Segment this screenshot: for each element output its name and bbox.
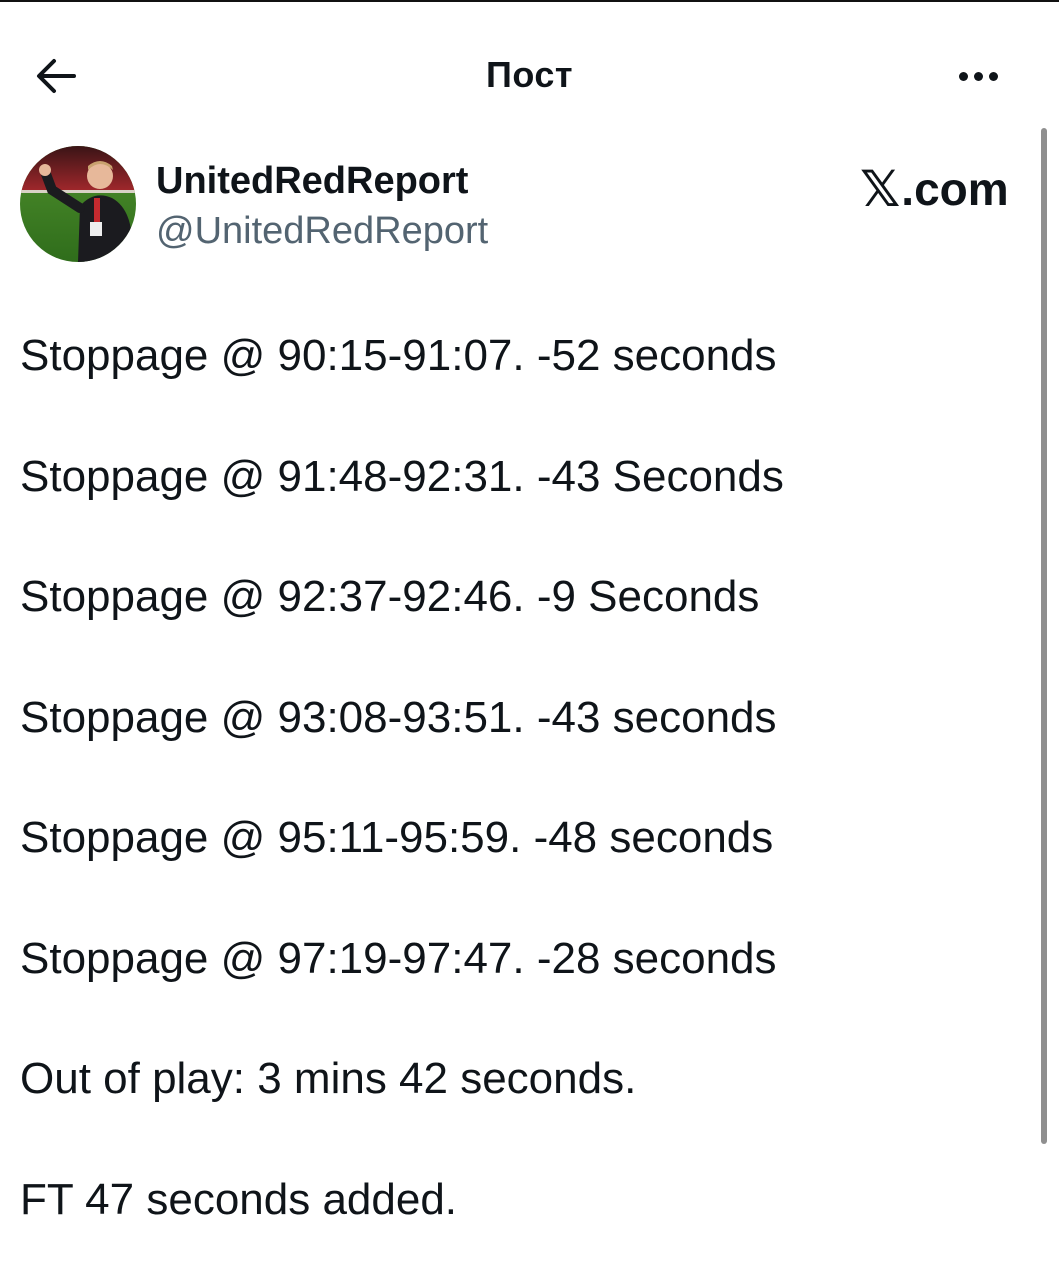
page-title: Пост (485, 54, 574, 95)
scrollbar[interactable] (1041, 128, 1047, 1144)
author-display-name[interactable]: UnitedRedReport (156, 160, 468, 203)
tweet-line: Stoppage @ 95:11-95:59. -48 seconds (20, 813, 774, 862)
post-page: Пост UnitedRedReport @UnitedRedReport 𝕏 … (0, 0, 1059, 1280)
tweet-line: Stoppage @ 92:37-92:46. -9 Seconds (20, 572, 760, 621)
more-options-button[interactable] (940, 52, 1016, 100)
top-border (0, 0, 1059, 2)
x-logo-icon: 𝕏 (860, 161, 901, 217)
more-horizontal-icon (958, 71, 968, 81)
tweet-line: Stoppage @ 91:48-92:31. -43 Seconds (20, 451, 784, 501)
tweet-line: Stoppage @ 90:15-91:07. -52 seconds (20, 331, 777, 380)
author-handle[interactable]: @UnitedRedReport (156, 210, 488, 253)
tweet-text: Stoppage @ 90:15-91:07. -52 seconds Stop… (20, 330, 1020, 1280)
x-com-watermark: 𝕏 .com (860, 160, 1009, 218)
tweet-line: Stoppage @ 93:08-93:51. -43 seconds (20, 692, 777, 742)
post-header: Пост (0, 38, 1059, 114)
avatar-photo (20, 146, 136, 262)
tweet-line: FT 47 seconds added. (20, 1174, 458, 1224)
more-dot (973, 71, 983, 81)
avatar[interactable] (20, 146, 136, 262)
tweet-line: Out of play: 3 mins 42 seconds. (20, 1054, 637, 1103)
tweet-line: Stoppage @ 97:19-97:47. -28 seconds (20, 933, 777, 983)
more-dot (988, 71, 998, 81)
watermark-text: .com (901, 163, 1009, 215)
